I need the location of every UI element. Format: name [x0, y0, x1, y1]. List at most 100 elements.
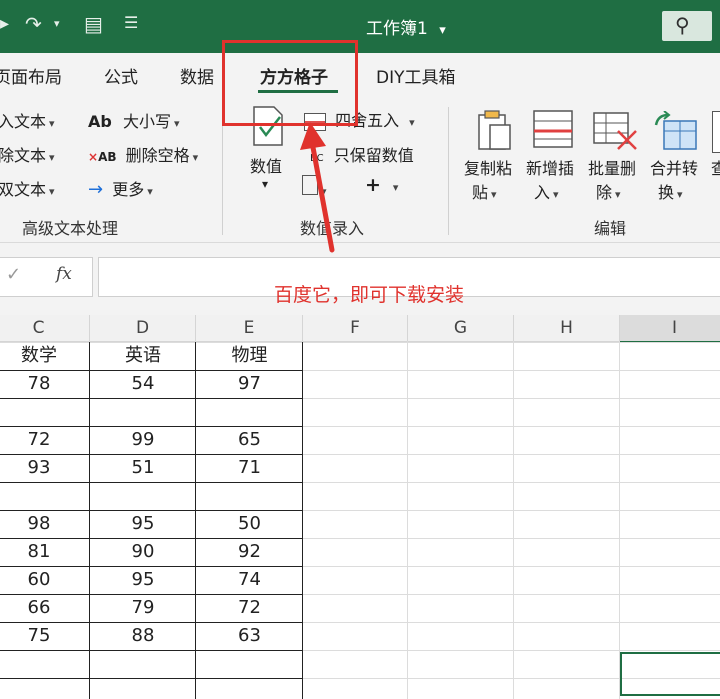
redo-icon[interactable]: ↷	[25, 12, 42, 36]
annotation-text: 百度它，即可下载安装	[274, 284, 465, 306]
table-cell[interactable]: 95	[90, 566, 196, 594]
table-cell[interactable]: 98	[0, 510, 90, 538]
table-border	[0, 538, 302, 539]
table-cell[interactable]: 54	[90, 370, 196, 398]
grid-line	[513, 341, 514, 699]
clipboard-icon[interactable]	[474, 109, 514, 153]
table-border	[302, 342, 303, 699]
table-cell[interactable]: 88	[90, 622, 196, 650]
table-border	[0, 370, 302, 371]
table-cell[interactable]: 72	[0, 426, 90, 454]
table-cell[interactable]: 75	[0, 622, 90, 650]
table-cell[interactable]: 81	[0, 538, 90, 566]
table-cell[interactable]: 97	[196, 370, 303, 398]
column-header-e[interactable]: E	[196, 315, 303, 341]
table-cell[interactable]	[0, 398, 90, 426]
merge-convert-icon[interactable]	[654, 110, 698, 151]
customize-toolbar-icon[interactable]: ☰	[124, 13, 138, 32]
redo-dropdown-icon[interactable]: ▾	[54, 17, 60, 30]
ribbon-item-remove-spaces[interactable]: ×AB 删除空格 ▾	[88, 142, 198, 166]
ribbon-item-more[interactable]: → 更多 ▾	[88, 176, 153, 200]
column-header-h[interactable]: H	[514, 315, 620, 341]
table-cell[interactable]: 99	[90, 426, 196, 454]
grid-line	[407, 341, 408, 699]
table-border	[0, 678, 302, 679]
name-box[interactable]: ✓ fx	[0, 257, 93, 297]
table-header-cell[interactable]: 数学	[0, 342, 90, 370]
document-icon[interactable]: ▤	[84, 12, 103, 36]
table-border	[0, 594, 302, 595]
batch-delete-button[interactable]: 批量删	[588, 155, 636, 179]
add-insert-dropdown[interactable]: 入 ▾	[534, 179, 559, 203]
ribbon-item-case[interactable]: Ab 大小写 ▾	[88, 108, 179, 132]
table-cell[interactable]: 74	[196, 566, 303, 594]
table-cell[interactable]: 90	[90, 538, 196, 566]
search-button[interactable]: ⚲	[662, 11, 712, 41]
table-cell[interactable]: 78	[0, 370, 90, 398]
table-cell[interactable]: 50	[196, 510, 303, 538]
table-header-cell[interactable]: 物理	[196, 342, 303, 370]
tab-data[interactable]: 数据	[180, 63, 214, 88]
table-cell[interactable]	[90, 482, 196, 510]
table-border	[0, 454, 302, 455]
table-cell[interactable]	[0, 482, 90, 510]
column-header-d[interactable]: D	[90, 315, 196, 341]
ribbon-item-extract-text[interactable]: 双文本 ▾	[0, 176, 55, 200]
table-cell[interactable]	[90, 398, 196, 426]
group-separator	[448, 107, 449, 235]
table-cell[interactable]: 72	[196, 594, 303, 622]
window-title[interactable]: 工作簿1 ▾	[366, 14, 446, 39]
group-separator	[222, 107, 223, 235]
insert-rows-icon[interactable]	[532, 109, 574, 149]
table-border	[0, 566, 302, 567]
table-cell[interactable]: 65	[196, 426, 303, 454]
add-insert-button[interactable]: 新增插	[526, 155, 574, 179]
lookup-button[interactable]: 查	[711, 155, 720, 179]
ribbon-tabs: 页面布局 公式 数据 方方格子 DIY工具箱	[0, 53, 720, 95]
remove-space-icon: ×AB	[88, 150, 117, 164]
batch-delete-icon[interactable]	[592, 111, 638, 151]
table-border	[0, 426, 302, 427]
copy-paste-dropdown[interactable]: 贴 ▾	[472, 179, 497, 203]
table-cell[interactable]	[196, 482, 303, 510]
numeric-button[interactable]: 数值	[250, 153, 282, 177]
table-border	[0, 482, 302, 483]
table-cell[interactable]: 60	[0, 566, 90, 594]
plus-icon: +	[365, 174, 381, 196]
table-cell[interactable]: 66	[0, 594, 90, 622]
ribbon-item-add[interactable]: + ▾	[365, 174, 398, 196]
copy-paste-button[interactable]: 复制粘	[464, 155, 512, 179]
numeric-dropdown-icon[interactable]: ▾	[262, 177, 268, 191]
check-icon[interactable]: ✓	[6, 264, 21, 285]
table-header-cell[interactable]: 英语	[90, 342, 196, 370]
table-cell[interactable]: 92	[196, 538, 303, 566]
table-border	[0, 510, 302, 511]
table-cell[interactable]: 71	[196, 454, 303, 482]
column-header-c[interactable]: C	[0, 315, 90, 341]
table-cell[interactable]: 79	[90, 594, 196, 622]
lookup-icon[interactable]	[712, 111, 720, 153]
table-border	[0, 650, 302, 651]
table-cell[interactable]: 51	[90, 454, 196, 482]
merge-convert-dropdown[interactable]: 换 ▾	[658, 179, 683, 203]
table-cell[interactable]: 95	[90, 510, 196, 538]
column-header-i[interactable]: I	[620, 315, 720, 343]
ribbon-item-delete-text[interactable]: 除文本 ▾	[0, 142, 55, 166]
column-headers: CDEFGHI	[0, 315, 720, 343]
table-border	[0, 398, 302, 399]
fx-icon[interactable]: fx	[56, 264, 72, 284]
table-cell[interactable]: 93	[0, 454, 90, 482]
table-cell[interactable]	[196, 398, 303, 426]
group-label-edit: 编辑	[594, 219, 627, 238]
spreadsheet-grid[interactable]: CDEFGHI 数学 英语 物理 78 54 97 72 99 65 93 51 71 98 95 50 81…	[0, 315, 720, 699]
tab-formulas[interactable]: 公式	[104, 63, 138, 88]
tab-page-layout[interactable]: 页面布局	[0, 63, 62, 88]
merge-convert-button[interactable]: 合并转	[650, 155, 698, 179]
column-header-g[interactable]: G	[408, 315, 514, 341]
tab-diy-toolbox[interactable]: DIY工具箱	[376, 63, 456, 88]
active-cell-selection[interactable]	[620, 652, 720, 696]
table-cell[interactable]: 63	[196, 622, 303, 650]
batch-delete-dropdown[interactable]: 除 ▾	[596, 179, 621, 203]
column-header-f[interactable]: F	[303, 315, 408, 341]
ribbon-item-insert-text[interactable]: 入文本 ▾	[0, 108, 55, 132]
